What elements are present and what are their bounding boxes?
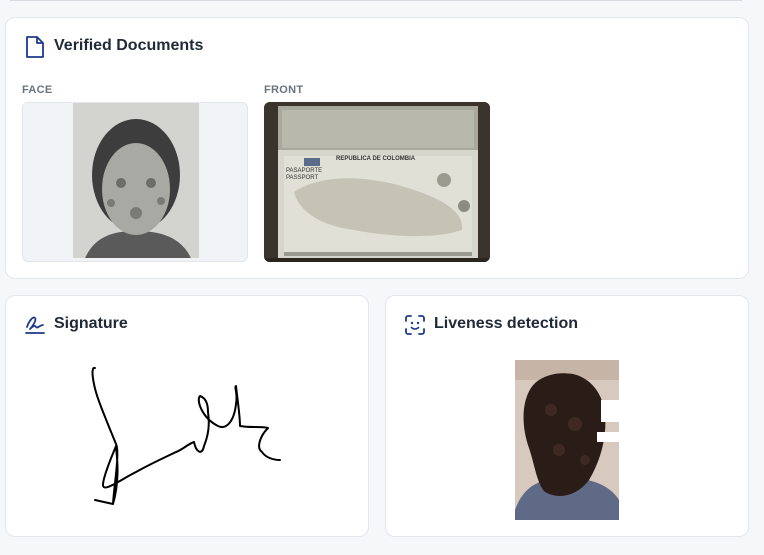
liveness-card: Liveness detection: [385, 295, 749, 537]
verified-documents-card: Verified Documents FACE FRONT REPUBLICA …: [5, 17, 749, 279]
face-document-image[interactable]: [22, 102, 248, 262]
signature-icon: [24, 313, 46, 335]
face-scan-icon: [404, 314, 426, 336]
liveness-image[interactable]: [515, 360, 619, 520]
passport-header-text: REPUBLICA DE COLOMBIA: [336, 156, 416, 162]
liveness-title: Liveness detection: [434, 315, 579, 332]
verified-documents-title: Verified Documents: [54, 37, 204, 54]
signature-title: Signature: [54, 315, 128, 332]
passport-sub2-text: PASSPORT: [286, 175, 318, 181]
document-icon: [25, 35, 45, 59]
top-divider: [10, 0, 742, 1]
front-document-image[interactable]: REPUBLICA DE COLOMBIA PASAPORTE PASSPORT: [264, 102, 490, 262]
passport-sub-text: PASAPORTE: [286, 168, 322, 174]
signature-image[interactable]: [76, 356, 286, 516]
signature-card: Signature: [5, 295, 369, 537]
front-label: FRONT: [264, 84, 304, 96]
face-label: FACE: [22, 84, 53, 96]
